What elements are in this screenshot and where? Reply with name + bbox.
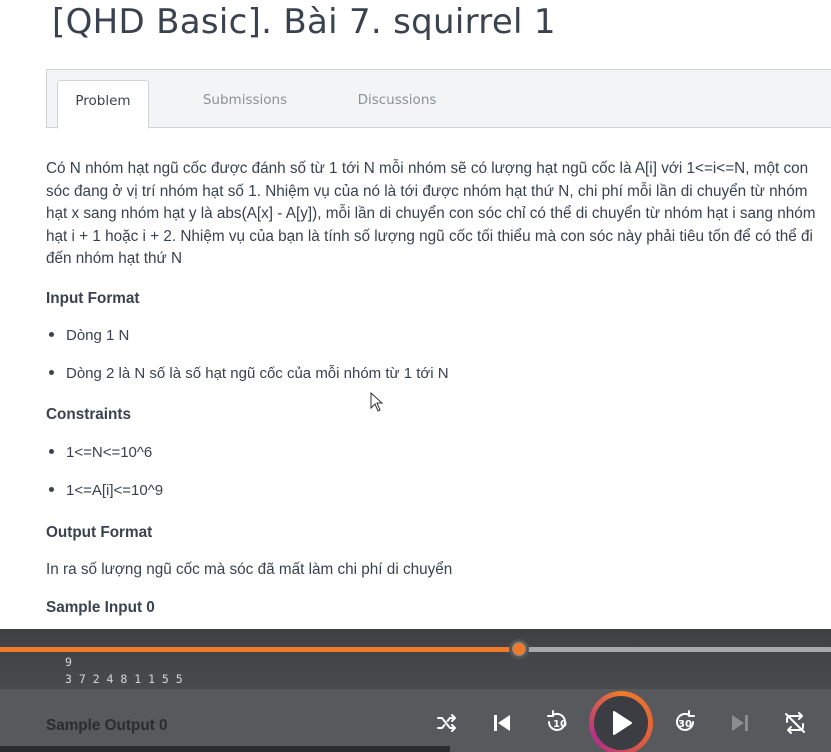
next-button[interactable] [727, 710, 753, 736]
page-title: [QHD Basic]. Bài 7. squirrel 1 [52, 2, 556, 42]
sample-output-heading: Sample Output 0 [46, 717, 168, 734]
bullet-icon [49, 369, 54, 375]
constraint-item: 1<=A[i]<=10^9 [66, 482, 164, 499]
play-button[interactable] [589, 691, 653, 752]
seek-handle[interactable] [509, 639, 529, 659]
problem-statement: Có N nhóm hạt ngũ cốc được đánh số từ 1 … [46, 160, 816, 267]
input-format-item: Dòng 2 là N số là số hạt ngũ cốc của mỗi… [66, 365, 449, 382]
sample-input-line: 9 [65, 655, 72, 669]
mouse-cursor-icon [370, 392, 384, 412]
shuffle-button[interactable] [434, 710, 460, 736]
rewind-seconds-label: 10 [553, 719, 567, 730]
input-format-heading: Input Format [46, 290, 140, 307]
sample-input-line: 3 7 2 4 8 1 1 5 5 [65, 672, 183, 686]
skip-next-icon [732, 715, 748, 731]
bullet-icon [49, 448, 54, 454]
player-bottom-bar [0, 746, 450, 752]
tab-bar: Problem Submissions Discussions [46, 69, 831, 129]
repeat-off-icon [785, 712, 805, 734]
repeat-button[interactable] [781, 709, 809, 737]
skip-previous-icon [494, 715, 510, 731]
output-format-text: In ra số lượng ngũ cốc mà sóc đã mất làm… [46, 561, 453, 578]
sample-input-heading: Sample Input 0 [46, 599, 155, 616]
constraints-heading: Constraints [46, 406, 131, 423]
forward-seconds-label: 30 [678, 719, 692, 730]
list-item: 1<=N<=10^6 [46, 444, 152, 461]
previous-button[interactable] [489, 710, 515, 736]
play-button-inner [594, 696, 648, 750]
seek-progress [0, 647, 519, 652]
shuffle-icon [437, 714, 456, 732]
list-item: Dòng 2 là N số là số hạt ngũ cốc của mỗi… [46, 365, 449, 382]
play-icon [613, 711, 632, 735]
problem-statement-container: Có N nhóm hạt ngũ cốc được đánh số từ 1 … [46, 158, 824, 271]
list-item: 1<=A[i]<=10^9 [46, 482, 163, 499]
list-item: Dòng 1 N [46, 327, 129, 344]
bullet-icon [49, 486, 54, 492]
bullet-icon [49, 331, 54, 337]
forward-button[interactable]: 30 [670, 707, 700, 737]
constraint-item: 1<=N<=10^6 [66, 444, 153, 461]
tab-submissions[interactable]: Submissions [197, 80, 293, 129]
tab-discussions[interactable]: Discussions [347, 80, 447, 129]
output-format-heading: Output Format [46, 524, 153, 541]
input-format-item: Dòng 1 N [66, 327, 130, 344]
rewind-button[interactable]: 10 [542, 707, 572, 737]
tab-problem[interactable]: Problem [57, 80, 149, 129]
